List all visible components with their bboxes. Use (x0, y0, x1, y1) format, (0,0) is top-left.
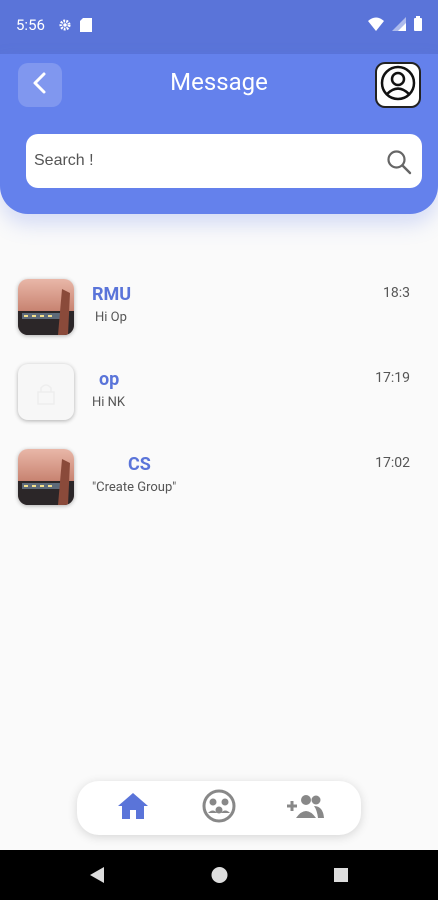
chat-time: 17:02 (375, 455, 410, 471)
signal-icon (392, 16, 406, 35)
back-triangle-icon[interactable] (89, 866, 105, 888)
status-time: 5:56 (16, 16, 45, 34)
chat-name: CS (128, 454, 151, 475)
bottom-nav (77, 781, 361, 835)
wifi-icon (368, 16, 384, 35)
system-nav-bar (0, 850, 438, 900)
header: Message (0, 54, 438, 214)
nav-groups-button[interactable] (189, 781, 249, 835)
nav-home-button[interactable] (103, 781, 163, 835)
sd-card-icon (80, 17, 92, 36)
recents-square-icon[interactable] (333, 866, 349, 888)
search-icon[interactable] (386, 149, 412, 179)
profile-button[interactable] (375, 62, 421, 108)
search-input[interactable] (34, 134, 374, 188)
chat-last-message: Hi Op (95, 310, 127, 325)
avatar (18, 449, 74, 505)
nav-add-friend-button[interactable] (275, 781, 335, 835)
avatar (18, 364, 74, 420)
chat-item[interactable]: CS "Create Group" 17:02 (0, 449, 438, 519)
home-icon (117, 792, 149, 824)
add-friend-icon (285, 792, 325, 824)
chat-name: op (99, 369, 120, 390)
search-box (26, 134, 422, 188)
status-bar: 5:56 (0, 0, 438, 54)
page-title: Message (170, 68, 268, 96)
avatar (18, 279, 74, 335)
chat-item[interactable]: op Hi NK 17:19 (0, 364, 438, 434)
chat-time: 17:19 (375, 370, 410, 386)
battery-icon (414, 16, 422, 35)
chat-name: RMU (92, 284, 132, 305)
gear-icon (58, 17, 72, 36)
home-circle-icon[interactable] (211, 866, 228, 888)
chat-time: 18:3 (383, 285, 410, 301)
groups-icon (202, 789, 236, 827)
user-circle-icon (380, 65, 416, 105)
chat-last-message: "Create Group" (92, 480, 177, 495)
chat-last-message: Hi NK (92, 395, 126, 410)
chat-item[interactable]: RMU Hi Op 18:3 (0, 279, 438, 349)
